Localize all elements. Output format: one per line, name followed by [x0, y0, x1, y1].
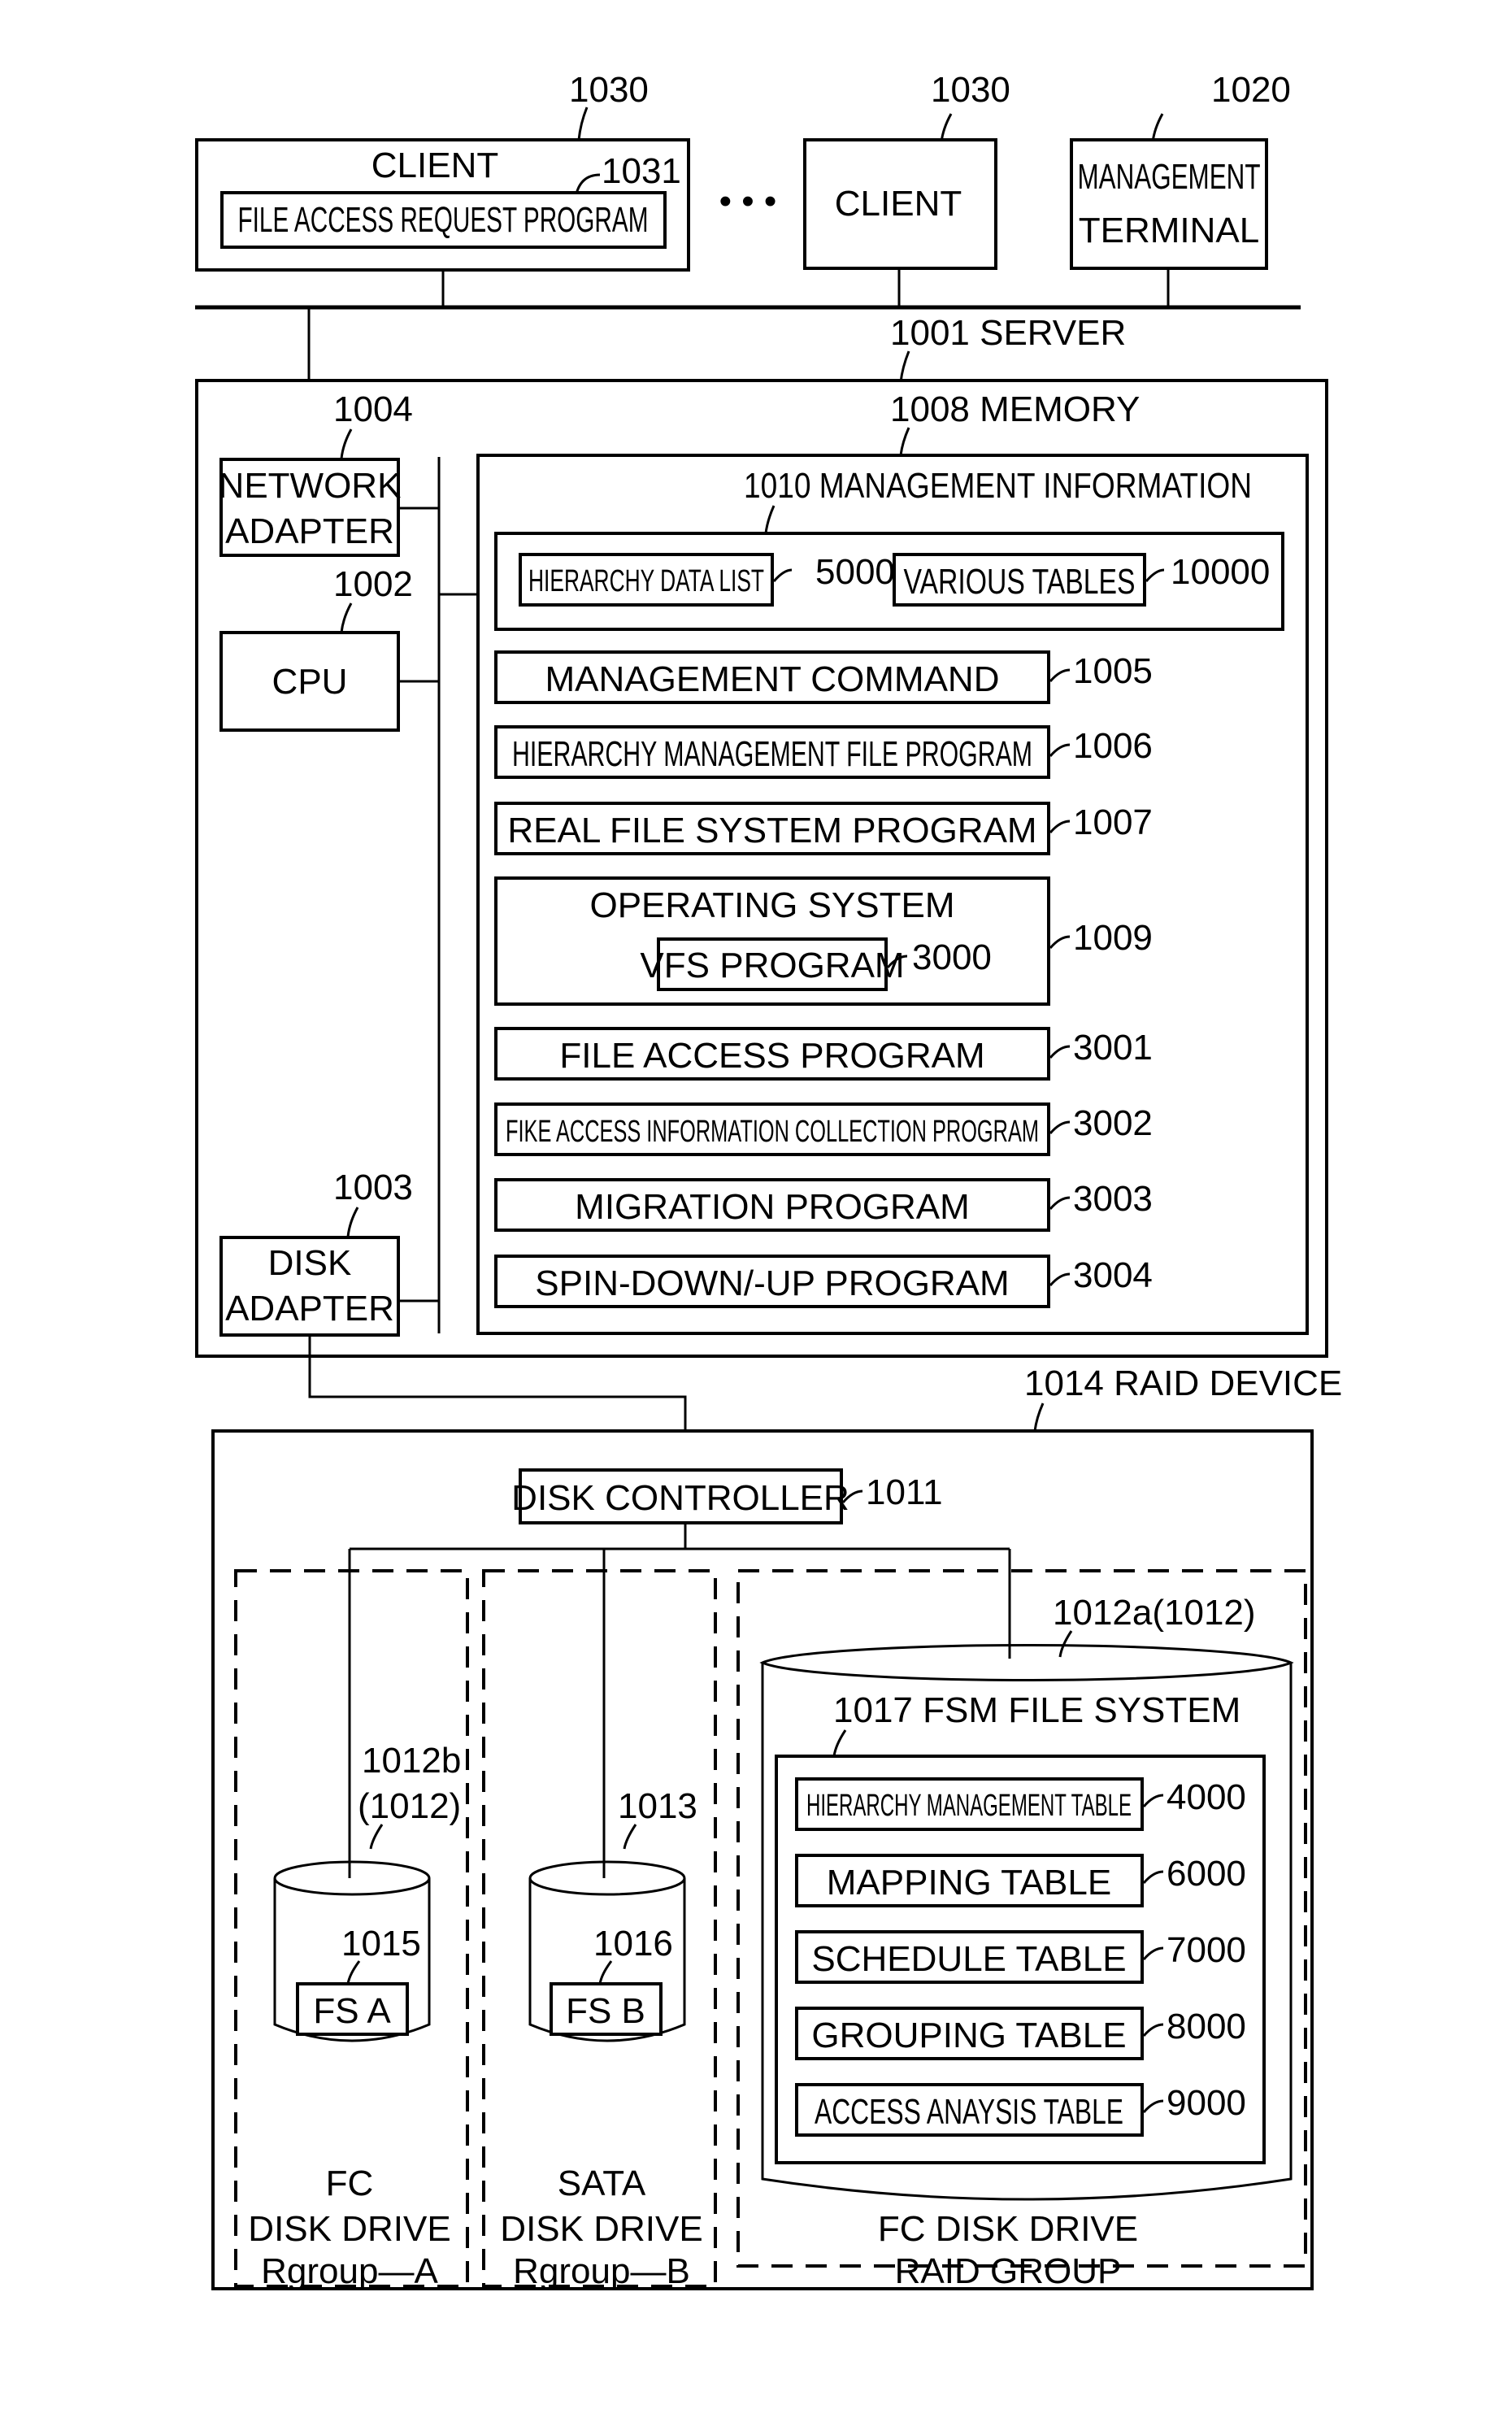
volume-1012b-ref-2: (1012) — [358, 1786, 461, 1826]
cpu-ref: 1002 — [333, 564, 413, 604]
raid-device: 1014 RAID DEVICE DISK CONTROLLER 1011 10… — [211, 1363, 1342, 2291]
grouping-table-label: GROUPING TABLE — [811, 2016, 1126, 2055]
raid-group-a-name: Rgroup—A — [261, 2251, 438, 2291]
hierarchy-management-file-program-ref: 1006 — [1073, 726, 1153, 766]
server-leader — [899, 350, 910, 383]
file-access-request-program-label: FILE ACCESS REQUEST PROGRAM — [238, 200, 649, 240]
migration-program-ref: 3003 — [1073, 1179, 1153, 1219]
operating-system-ref: 1009 — [1073, 918, 1153, 958]
memory-label: 1008 MEMORY — [890, 389, 1140, 429]
volume-1012a-ref: 1012a(1012) — [1053, 1593, 1256, 1633]
raid-group-b-drive-type-2: DISK DRIVE — [500, 2209, 702, 2249]
hierarchy-management-table-ref: 4000 — [1167, 1777, 1246, 1817]
management-terminal: 1020 MANAGEMENT TERMINAL — [1070, 70, 1291, 270]
management-command-ref: 1005 — [1073, 651, 1153, 691]
operating-system-label: OPERATING SYSTEM — [589, 885, 954, 925]
network-adapter-label-2: ADAPTER — [225, 511, 394, 551]
disk-controller-label: DISK CONTROLLER — [511, 1478, 849, 1518]
management-information-label: 1010 MANAGEMENT INFORMATION — [744, 466, 1252, 506]
fa-request-program-ref: 1031 — [602, 151, 681, 191]
management-command-label: MANAGEMENT COMMAND — [545, 659, 1000, 699]
mapping-table-label: MAPPING TABLE — [827, 1863, 1111, 1903]
real-file-system-program-ref: 1007 — [1073, 802, 1153, 842]
raid-group-b-drive-type-1: SATA — [558, 2164, 646, 2203]
raid-device-leader — [1033, 1403, 1045, 1432]
fsm-file-system-label: 1017 FSM FILE SYSTEM — [833, 1690, 1240, 1730]
file-access-program-label: FILE ACCESS PROGRAM — [559, 1036, 984, 1076]
raid-device-label: 1014 RAID DEVICE — [1024, 1363, 1342, 1403]
server-label: 1001 SERVER — [890, 313, 1126, 353]
grouping-table-ref: 8000 — [1167, 2007, 1246, 2046]
client-2: 1030 CLIENT — [803, 70, 1010, 270]
disk-controller-ref: 1011 — [866, 1472, 943, 1512]
network-adapter-ref: 1004 — [333, 389, 413, 429]
system-architecture-diagram: 1030 CLIENT 1031 FILE ACCESS REQUEST PRO… — [195, 70, 1342, 2291]
disk-adapter-label-2: ADAPTER — [225, 1289, 394, 1329]
fs-b-ref: 1016 — [593, 1924, 673, 1964]
access-analysis-table-ref: 9000 — [1167, 2083, 1246, 2123]
cpu-label: CPU — [272, 662, 348, 702]
raid-group-a-drive-type-2: DISK DRIVE — [248, 2209, 450, 2249]
network-adapter-label-1: NETWORK — [219, 466, 402, 506]
mapping-table-ref: 6000 — [1167, 1854, 1246, 1894]
volume-1013-ref: 1013 — [618, 1786, 697, 1826]
fs-b-label: FS B — [566, 1991, 645, 2031]
various-tables-ref: 10000 — [1171, 552, 1270, 592]
raid-group-fsm-drive-type: FC DISK DRIVE — [878, 2209, 1138, 2249]
file-access-info-collection-program-label: FIKE ACCESS INFORMATION COLLECTION PROGR… — [506, 1115, 1039, 1149]
vfs-program-ref: 3000 — [912, 937, 992, 977]
schedule-table-label: SCHEDULE TABLE — [811, 1939, 1126, 1979]
client-2-leader — [940, 113, 953, 143]
file-access-info-collection-program-ref: 3002 — [1073, 1103, 1153, 1143]
client-2-ref: 1030 — [931, 70, 1010, 110]
hierarchy-data-list-label: HIERARCHY DATA LIST — [528, 564, 764, 598]
management-terminal-leader — [1151, 113, 1164, 143]
raid-group-b-name: Rgroup—B — [513, 2251, 690, 2291]
client-1-leader — [577, 107, 589, 141]
fs-a-label: FS A — [313, 1991, 391, 2031]
hierarchy-management-table-label: HIERARCHY MANAGEMENT TABLE — [806, 1789, 1132, 1823]
real-file-system-program-label: REAL FILE SYSTEM PROGRAM — [507, 811, 1036, 850]
fs-a-ref: 1015 — [341, 1924, 421, 1964]
client-1: 1030 CLIENT 1031 FILE ACCESS REQUEST PRO… — [195, 70, 690, 272]
client-1-label: CLIENT — [371, 146, 498, 185]
disk-adapter-label-1: DISK — [268, 1243, 352, 1283]
management-terminal-label-1: MANAGEMENT — [1078, 157, 1261, 197]
raid-group-a-drive-type-1: FC — [326, 2164, 374, 2203]
spin-down-up-program-label: SPIN-DOWN/-UP PROGRAM — [535, 1263, 1009, 1303]
hierarchy-management-file-program-label: HIERARCHY MANAGEMENT FILE PROGRAM — [512, 734, 1032, 774]
ellipsis: • • • — [719, 181, 777, 221]
raid-group-fsm-name: RAID GROUP — [895, 2251, 1122, 2291]
various-tables-label: VARIOUS TABLES — [904, 562, 1136, 602]
volume-1012b-ref-1: 1012b — [362, 1741, 461, 1781]
management-terminal-ref: 1020 — [1211, 70, 1291, 110]
schedule-table-ref: 7000 — [1167, 1930, 1246, 1970]
client-1-ref: 1030 — [569, 70, 649, 110]
vfs-program-label: VFS PROGRAM — [640, 946, 904, 985]
file-access-program-ref: 3001 — [1073, 1028, 1153, 1068]
disk-adapter-ref: 1003 — [333, 1168, 413, 1207]
management-terminal-label-2: TERMINAL — [1079, 211, 1259, 250]
spin-down-up-program-ref: 3004 — [1073, 1255, 1153, 1295]
server: 1001 SERVER 1004 NETWORK ADAPTER 1002 CP… — [195, 313, 1328, 1358]
hierarchy-data-list-ref: 5000 — [815, 552, 895, 592]
client-2-label: CLIENT — [835, 184, 962, 224]
access-analysis-table-label: ACCESS ANAYSIS TABLE — [815, 2092, 1123, 2132]
migration-program-label: MIGRATION PROGRAM — [575, 1187, 970, 1227]
